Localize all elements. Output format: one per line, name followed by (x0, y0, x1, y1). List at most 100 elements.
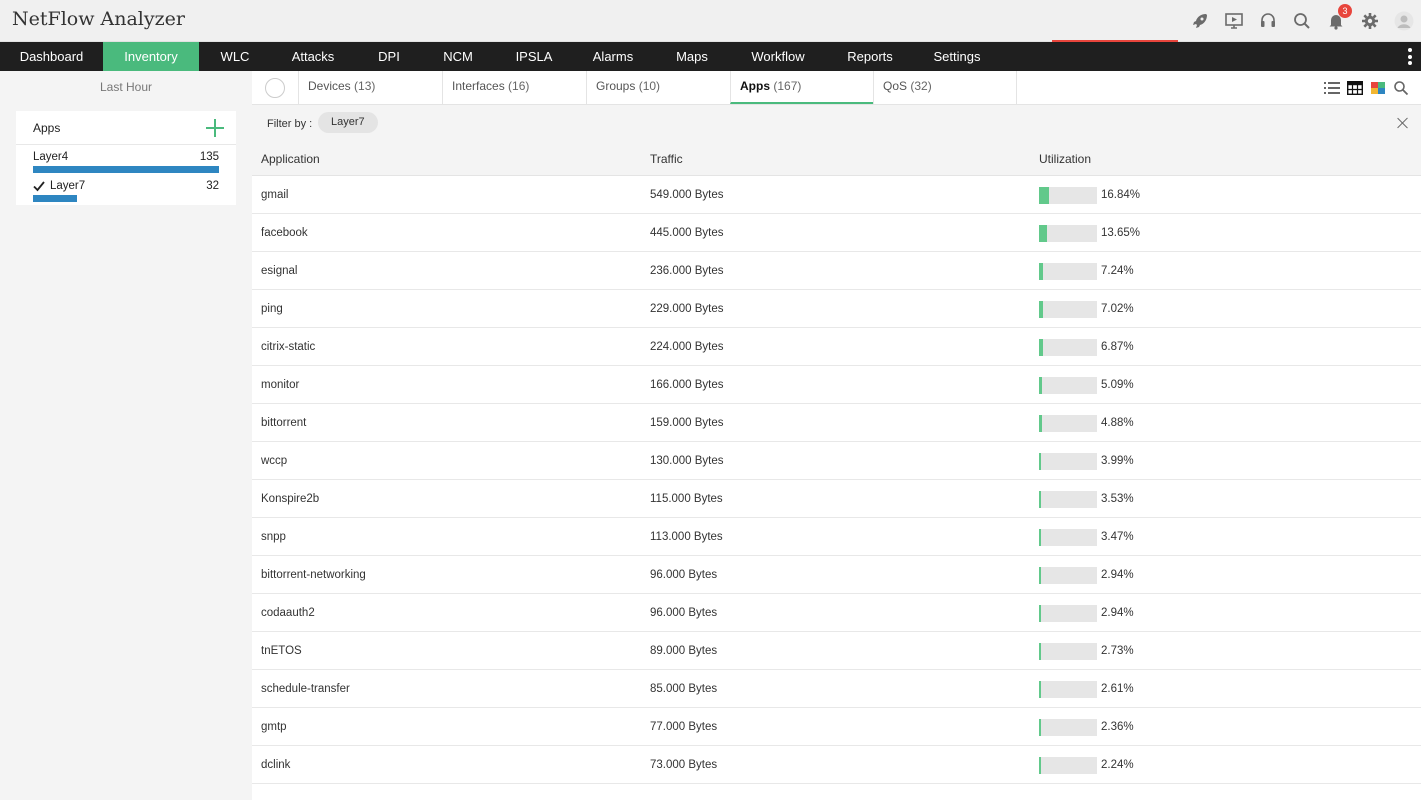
user-icon[interactable] (1387, 0, 1421, 42)
application-name[interactable]: Konspire2b (261, 493, 319, 505)
layer-item-layer4[interactable]: Layer4 135 (16, 146, 236, 176)
search-icon[interactable] (1285, 0, 1319, 42)
nav-item-reports[interactable]: Reports (823, 42, 917, 71)
application-name[interactable]: dclink (261, 759, 290, 771)
tab-groups[interactable]: Groups (10) (586, 71, 730, 104)
utilization-value: 3.47% (1101, 531, 1134, 543)
utilization-value: 3.53% (1101, 493, 1134, 505)
nav-item-inventory[interactable]: Inventory (103, 42, 199, 71)
utilization-cell: 3.53% (1039, 490, 1159, 508)
application-name[interactable]: esignal (261, 265, 297, 277)
traffic-value: 159.000 Bytes (650, 417, 724, 429)
utilization-bar (1039, 339, 1097, 356)
utilization-bar (1039, 567, 1097, 584)
utilization-value: 4.88% (1101, 417, 1134, 429)
table-row[interactable]: ping 229.000 Bytes 7.02% (252, 290, 1421, 328)
application-name[interactable]: citrix-static (261, 341, 315, 353)
table-row[interactable]: schedule-transfer 85.000 Bytes 2.61% (252, 670, 1421, 708)
table-row[interactable]: tnETOS 89.000 Bytes 2.73% (252, 632, 1421, 670)
application-name[interactable]: snpp (261, 531, 286, 543)
table-row[interactable]: Konspire2b 115.000 Bytes 3.53% (252, 480, 1421, 518)
application-name[interactable]: facebook (261, 227, 308, 239)
application-name[interactable]: schedule-transfer (261, 683, 350, 695)
top-header: NetFlow Analyzer 3 (0, 0, 1421, 42)
table-row[interactable]: monitor 166.000 Bytes 5.09% (252, 366, 1421, 404)
table-row[interactable]: codaauth2 96.000 Bytes 2.94% (252, 594, 1421, 632)
application-name[interactable]: codaauth2 (261, 607, 315, 619)
utilization-value: 16.84% (1101, 189, 1141, 201)
utilization-bar-fill (1039, 681, 1041, 698)
column-header-traffic[interactable]: Traffic (650, 152, 683, 166)
table-row[interactable]: citrix-static 224.000 Bytes 6.87% (252, 328, 1421, 366)
table-row[interactable]: facebook 445.000 Bytes 13.65% (252, 214, 1421, 252)
application-name[interactable]: gmtp (261, 721, 287, 733)
column-header-application[interactable]: Application (261, 152, 320, 166)
application-name[interactable]: gmail (261, 189, 288, 201)
table-row[interactable]: esignal 236.000 Bytes 7.24% (252, 252, 1421, 290)
table-row[interactable]: gmtp 77.000 Bytes 2.36% (252, 708, 1421, 746)
heatmap-view-icon[interactable] (1369, 79, 1386, 96)
tab-label: QoS (883, 79, 908, 93)
nav-item-settings[interactable]: Settings (917, 42, 997, 71)
utilization-bar (1039, 757, 1097, 774)
tab-label: Devices (308, 79, 351, 93)
list-view-icon[interactable] (1323, 79, 1340, 96)
rocket-icon[interactable] (1183, 0, 1217, 42)
table-row[interactable]: wccp 130.000 Bytes 3.99% (252, 442, 1421, 480)
utilization-cell: 2.36% (1039, 718, 1159, 736)
table-header: Application Traffic Utilization (252, 142, 1421, 176)
headset-icon[interactable] (1251, 0, 1285, 42)
table-row[interactable]: dclink 73.000 Bytes 2.24% (252, 746, 1421, 784)
filter-chip[interactable]: Layer7 (318, 112, 378, 133)
tab-interfaces[interactable]: Interfaces (16) (442, 71, 586, 104)
nav-item-workflow[interactable]: Workflow (733, 42, 823, 71)
application-name[interactable]: wccp (261, 455, 287, 467)
utilization-bar-fill (1039, 377, 1042, 394)
check-icon (33, 181, 45, 192)
nav-item-dashboard[interactable]: Dashboard (0, 42, 103, 71)
layer-item-layer7[interactable]: Layer7 32 (16, 175, 236, 205)
application-name[interactable]: tnETOS (261, 645, 302, 657)
select-all-toggle[interactable] (265, 78, 285, 98)
traffic-value: 96.000 Bytes (650, 607, 718, 619)
tab-label: Groups (596, 79, 636, 93)
application-name[interactable]: bittorrent-networking (261, 569, 366, 581)
utilization-bar (1039, 491, 1097, 508)
utilization-bar (1039, 187, 1097, 204)
nav-item-attacks[interactable]: Attacks (271, 42, 355, 71)
time-period-label[interactable]: Last Hour (0, 80, 252, 94)
table-row[interactable]: gmail 549.000 Bytes 16.84% (252, 176, 1421, 214)
table-row[interactable] (252, 784, 1421, 800)
nav-item-alarms[interactable]: Alarms (575, 42, 651, 71)
tab-apps[interactable]: Apps (167) (730, 71, 873, 104)
table-view-icon[interactable] (1346, 79, 1363, 96)
utilization-cell: 3.47% (1039, 528, 1159, 546)
traffic-value: 445.000 Bytes (650, 227, 724, 239)
utilization-bar (1039, 415, 1097, 432)
add-icon[interactable] (206, 119, 224, 137)
tab-devices[interactable]: Devices (13) (298, 71, 442, 104)
nav-item-ncm[interactable]: NCM (423, 42, 493, 71)
utilization-bar-fill (1039, 415, 1042, 432)
column-header-utilization[interactable]: Utilization (1039, 152, 1091, 166)
nav-item-ipsla[interactable]: IPSLA (493, 42, 575, 71)
nav-item-dpi[interactable]: DPI (355, 42, 423, 71)
presentation-icon[interactable] (1217, 0, 1251, 42)
utilization-cell: 2.61% (1039, 680, 1159, 698)
apps-table: Application Traffic Utilization gmail 549… (252, 142, 1421, 800)
nav-item-wlc[interactable]: WLC (199, 42, 271, 71)
nav-item-maps[interactable]: Maps (651, 42, 733, 71)
more-menu-icon[interactable] (1407, 48, 1413, 65)
application-name[interactable]: ping (261, 303, 283, 315)
application-name[interactable]: bittorrent (261, 417, 306, 429)
table-search-icon[interactable] (1392, 79, 1409, 96)
bell-icon[interactable]: 3 (1319, 0, 1353, 42)
application-name[interactable]: monitor (261, 379, 299, 391)
traffic-value: 77.000 Bytes (650, 721, 718, 733)
table-row[interactable]: bittorrent 159.000 Bytes 4.88% (252, 404, 1421, 442)
gear-icon[interactable] (1353, 0, 1387, 42)
table-row[interactable]: snpp 113.000 Bytes 3.47% (252, 518, 1421, 556)
table-row[interactable]: bittorrent-networking 96.000 Bytes 2.94% (252, 556, 1421, 594)
close-icon[interactable] (1397, 117, 1409, 129)
tab-qos[interactable]: QoS (32) (873, 71, 1016, 104)
